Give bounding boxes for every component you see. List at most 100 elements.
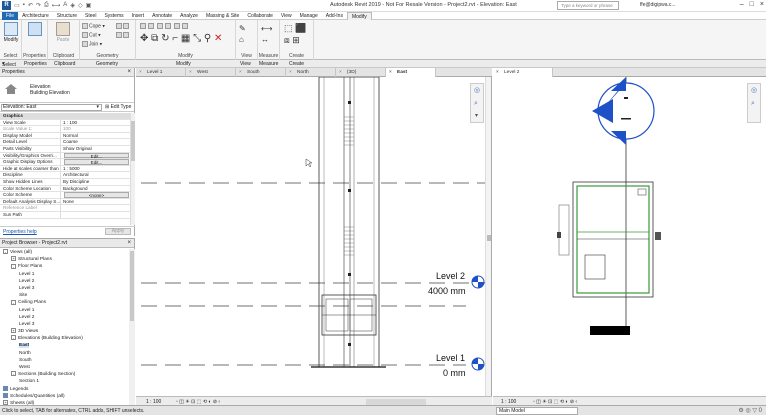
browser-node[interactable]: East [0,342,128,349]
modify-button[interactable]: Modify [0,22,22,46]
model-selector[interactable]: Main Model [496,407,578,415]
property-row[interactable]: Show Hidden Lines By Discipline [0,178,130,186]
close-tab-icon[interactable]: × [239,68,242,77]
browser-node[interactable]: Section 1 [0,378,128,385]
property-row[interactable]: Detail Level Coarse [0,139,130,146]
select-dropdown[interactable]: Select ▾ [2,61,16,68]
tab-add-ins[interactable]: Add-Ins [322,12,347,20]
property-category[interactable]: Graphics [0,113,130,120]
cut-button[interactable]: Cut ▾ [82,32,101,38]
elevation-drawing[interactable] [136,77,492,396]
browser-node[interactable]: Level 2 [0,314,128,321]
browser-node[interactable]: North [0,350,128,357]
nav-more-icon[interactable]: ▾ [475,112,478,119]
zoom-icon[interactable]: ⌕ [474,100,478,108]
view2-navigation-bar[interactable]: ◎ ⌕ [747,83,761,123]
edit-type-button[interactable]: ⊞ Edit Type [105,104,131,110]
close-icon[interactable]: × [760,1,764,8]
level-2-elevation[interactable]: 4000 mm [428,286,466,296]
view-tab-level-1[interactable]: × Level 1 [136,68,186,77]
close-tab-icon[interactable]: × [139,68,142,77]
browser-node[interactable]: - Sections (Building Section) [0,371,128,378]
tab-architecture[interactable]: Architecture [18,12,53,20]
property-row[interactable]: Graphic Display Options Edit... [0,159,130,166]
level-2-name[interactable]: Level 2 [436,271,465,281]
close-tab-icon[interactable]: × [289,68,292,77]
browser-node[interactable]: South [0,357,128,364]
property-value[interactable] [61,205,130,211]
view-tab-3d[interactable]: × {3D} [336,68,386,77]
property-value[interactable]: 1 : 5000 [61,166,130,172]
tab-systems[interactable]: Systems [100,12,127,20]
tab-analyze[interactable]: Analyze [176,12,202,20]
property-value[interactable]: Background [61,186,130,192]
collapse-icon[interactable]: - [11,335,16,341]
property-row[interactable]: Discipline Architectural [0,172,130,179]
type-selector[interactable]: Elevation Building Elevation [0,77,134,103]
property-row[interactable]: Sun Path [0,211,130,219]
property-row[interactable]: Scale Value 1: 100 [0,126,130,133]
close-tab-icon[interactable]: × [496,68,499,77]
override-graphics-button[interactable]: ⌂ [239,35,244,44]
window-icon[interactable]: ▣ [86,2,92,9]
expand-icon[interactable]: + [11,328,16,334]
property-value[interactable] [61,212,130,218]
level-1-elevation[interactable]: 0 mm [443,368,466,378]
elevation-view-east[interactable]: Level 2 4000 mm Level 1 0 mm ◎ ⌕ ▾ [136,77,492,396]
tab-steel[interactable]: Steel [81,12,100,20]
property-row[interactable]: Reference Label [0,205,130,212]
browser-node[interactable]: - Floor Plans [0,263,128,270]
view-tab-west[interactable]: × West [186,68,236,77]
status-icons[interactable]: ⚙ ◎ ▽ 0 [738,407,762,414]
3d-icon[interactable]: ◈ [70,2,75,9]
property-row[interactable]: Color Scheme Location Background [0,185,130,193]
property-value[interactable]: 1 : 100 [61,120,130,126]
minimize-icon[interactable]: – [740,1,744,8]
property-row[interactable]: Visibility/Graphics Overri... Edit... [0,152,130,160]
property-row[interactable]: Display Model Normal [0,132,130,140]
save-icon[interactable]: ▪ [23,2,25,9]
tab-level-2[interactable]: × Level 2 [493,68,553,77]
browser-node[interactable]: Level 1 [0,271,128,278]
property-value[interactable]: Architectural [61,172,130,178]
close-properties-icon[interactable]: × [127,68,131,77]
floor-plan-view-level-2[interactable]: ◎ ⌕ [493,77,766,396]
view-tab-north[interactable]: × North [286,68,336,77]
close-tab-icon[interactable]: × [339,68,342,77]
property-edit-button[interactable]: Edit... [64,152,129,158]
browser-node[interactable]: - Views (all) [0,249,128,256]
collapse-icon[interactable]: - [11,299,16,305]
select-group-label[interactable]: Select [0,53,21,59]
property-row[interactable]: View Scale 1 : 100 [0,119,130,127]
browser-node[interactable]: West [0,364,128,371]
close-tab-icon[interactable]: × [389,68,392,77]
tab-structure[interactable]: Structure [53,12,81,20]
property-row[interactable]: Hide at scales coarser than 1 : 5000 [0,165,130,173]
dimension-button[interactable]: ↔ [261,35,269,44]
properties-help-link[interactable]: Properties help [3,229,37,235]
property-value[interactable]: Edit... [61,152,130,158]
browser-scrollbar[interactable] [129,249,135,407]
expand-icon[interactable]: + [11,256,16,262]
modify-tools-row1[interactable] [140,23,189,29]
collapse-icon[interactable]: - [11,371,16,377]
property-value[interactable]: 100 [61,126,130,132]
property-value[interactable]: Show Original [61,146,130,152]
floor-plan-drawing[interactable] [493,77,766,396]
tab-massing-site[interactable]: Massing & Site [202,12,243,20]
create-parts-button[interactable]: ⬚ ⬛ [284,23,306,34]
property-value[interactable]: Normal [61,133,130,139]
geometry-tools[interactable] [116,23,130,29]
browser-node[interactable]: Level 2 [0,278,128,285]
browser-node[interactable]: Level 3 [0,285,128,292]
browser-node[interactable]: - Ceiling Plans [0,299,128,306]
property-edit-button[interactable]: <none> [64,192,129,198]
navigation-bar[interactable]: ◎ ⌕ ▾ [470,83,484,123]
browser-node[interactable]: - Elevations (Building Elevation) [0,335,128,342]
text-icon[interactable]: A [63,2,67,9]
geometry-tools-2[interactable] [116,32,130,38]
steering-wheel-icon[interactable]: ◎ [474,86,480,94]
view-tab-south[interactable]: × South [236,68,286,77]
browser-scroll-thumb[interactable] [130,251,134,321]
property-row[interactable]: Default Analysis Display S... None [0,198,130,206]
